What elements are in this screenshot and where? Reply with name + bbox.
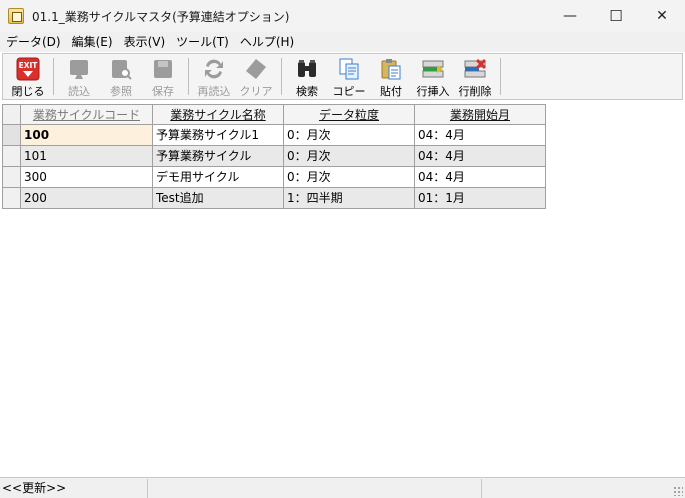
reload-label: 再読込	[197, 85, 231, 98]
reload-button[interactable]: 再読込	[193, 54, 235, 99]
eraser-icon	[243, 57, 269, 81]
title-bar: 01.1_業務サイクルマスタ(予算連結オプション) — ☐ ✕	[0, 0, 685, 32]
grid-header-row: 業務サイクルコード 業務サイクル名称 データ粒度 業務開始月	[2, 104, 546, 125]
table-row[interactable]: 200 Test追加 1：四半期 01：1月	[2, 188, 546, 209]
status-bar: <<更新>>	[0, 477, 685, 498]
close-window-label: 閉じる	[11, 85, 45, 98]
cell-granularity[interactable]: 0：月次	[284, 125, 415, 146]
close-button[interactable]: ✕	[639, 0, 685, 32]
reference-label: 参照	[110, 85, 132, 98]
cell-start-month[interactable]: 01：1月	[415, 188, 546, 209]
toolbar-separator	[188, 58, 189, 95]
row-header[interactable]	[2, 125, 21, 146]
column-header-code[interactable]: 業務サイクルコード	[21, 104, 153, 125]
column-header-granularity[interactable]: データ粒度	[284, 104, 415, 125]
menu-bar: データ(D) 編集(E) 表示(V) ツール(T) ヘルプ(H)	[0, 32, 685, 52]
exit-badge-text: EXIT	[19, 61, 39, 70]
cell-granularity[interactable]: 1：四半期	[284, 188, 415, 209]
cell-name[interactable]: 予算業務サイクル	[153, 146, 284, 167]
delete-row-label: 行削除	[458, 85, 492, 98]
paste-icon	[378, 57, 404, 81]
app-icon	[8, 8, 24, 24]
clear-label: クリア	[239, 85, 273, 98]
save-button[interactable]: 保存	[142, 54, 184, 99]
insert-row-label: 行挿入	[416, 85, 450, 98]
save-icon	[150, 57, 176, 81]
exit-icon: EXIT	[15, 57, 41, 81]
cell-start-month[interactable]: 04：4月	[415, 167, 546, 188]
paste-button[interactable]: 貼付	[370, 54, 412, 99]
save-label: 保存	[152, 85, 174, 98]
minimize-icon: —	[563, 8, 577, 24]
resize-grip-icon[interactable]	[673, 486, 683, 496]
column-header-name[interactable]: 業務サイクル名称	[153, 104, 284, 125]
cell-code[interactable]: 100	[21, 125, 153, 146]
search-label: 検索	[296, 85, 318, 98]
row-header[interactable]	[2, 188, 21, 209]
reference-button[interactable]: 参照	[100, 54, 142, 99]
cell-code[interactable]: 101	[21, 146, 153, 167]
grid-corner[interactable]	[2, 104, 21, 125]
cell-granularity[interactable]: 0：月次	[284, 146, 415, 167]
cell-start-month[interactable]: 04：4月	[415, 146, 546, 167]
status-segment	[482, 479, 672, 498]
cell-start-month[interactable]: 04：4月	[415, 125, 546, 146]
paste-label: 貼付	[380, 85, 402, 98]
menu-edit[interactable]: 編集(E)	[68, 32, 117, 52]
copy-button[interactable]: コピー	[328, 54, 370, 99]
cell-name[interactable]: デモ用サイクル	[153, 167, 284, 188]
toolbar-separator	[281, 58, 282, 95]
row-header[interactable]	[2, 146, 21, 167]
copy-icon	[336, 57, 362, 81]
toolbar-separator	[500, 58, 501, 95]
status-text: <<更新>>	[0, 478, 148, 498]
read-button[interactable]: 読込	[58, 54, 100, 99]
data-grid: 業務サイクルコード 業務サイクル名称 データ粒度 業務開始月 100 予算業務サ…	[2, 104, 546, 209]
close-window-button[interactable]: EXIT 閉じる	[7, 54, 49, 99]
read-icon	[66, 57, 92, 81]
cell-code[interactable]: 300	[21, 167, 153, 188]
status-segment	[148, 478, 482, 498]
insert-row-icon	[420, 57, 446, 81]
clear-button[interactable]: クリア	[235, 54, 277, 99]
close-icon: ✕	[656, 8, 668, 24]
cell-name[interactable]: 予算業務サイクル1	[153, 125, 284, 146]
window-controls: — ☐ ✕	[547, 0, 685, 32]
toolbar-separator	[53, 58, 54, 95]
delete-row-icon	[462, 57, 488, 81]
column-header-start-month[interactable]: 業務開始月	[415, 104, 546, 125]
menu-tools[interactable]: ツール(T)	[172, 32, 233, 52]
insert-row-button[interactable]: 行挿入	[412, 54, 454, 99]
window-title: 01.1_業務サイクルマスタ(予算連結オプション)	[32, 9, 290, 24]
maximize-button[interactable]: ☐	[593, 0, 639, 32]
binoculars-icon	[294, 57, 320, 81]
menu-view[interactable]: 表示(V)	[120, 32, 170, 52]
table-row[interactable]: 100 予算業務サイクル1 0：月次 04：4月	[2, 125, 546, 146]
table-row[interactable]: 300 デモ用サイクル 0：月次 04：4月	[2, 167, 546, 188]
cell-granularity[interactable]: 0：月次	[284, 167, 415, 188]
search-button[interactable]: 検索	[286, 54, 328, 99]
delete-row-button[interactable]: 行削除	[454, 54, 496, 99]
reload-icon	[201, 57, 227, 81]
read-label: 読込	[68, 85, 90, 98]
cell-name[interactable]: Test追加	[153, 188, 284, 209]
table-row[interactable]: 101 予算業務サイクル 0：月次 04：4月	[2, 146, 546, 167]
maximize-icon: ☐	[609, 7, 623, 25]
menu-help[interactable]: ヘルプ(H)	[236, 32, 298, 52]
reference-icon	[108, 57, 134, 81]
copy-label: コピー	[332, 85, 366, 98]
menu-data[interactable]: データ(D)	[2, 32, 65, 52]
row-header[interactable]	[2, 167, 21, 188]
toolbar: EXIT 閉じる 読込 参照 保存 再読込 クリア 検索 コピー 貼付 行挿入 …	[2, 53, 683, 100]
minimize-button[interactable]: —	[547, 0, 593, 32]
cell-code[interactable]: 200	[21, 188, 153, 209]
